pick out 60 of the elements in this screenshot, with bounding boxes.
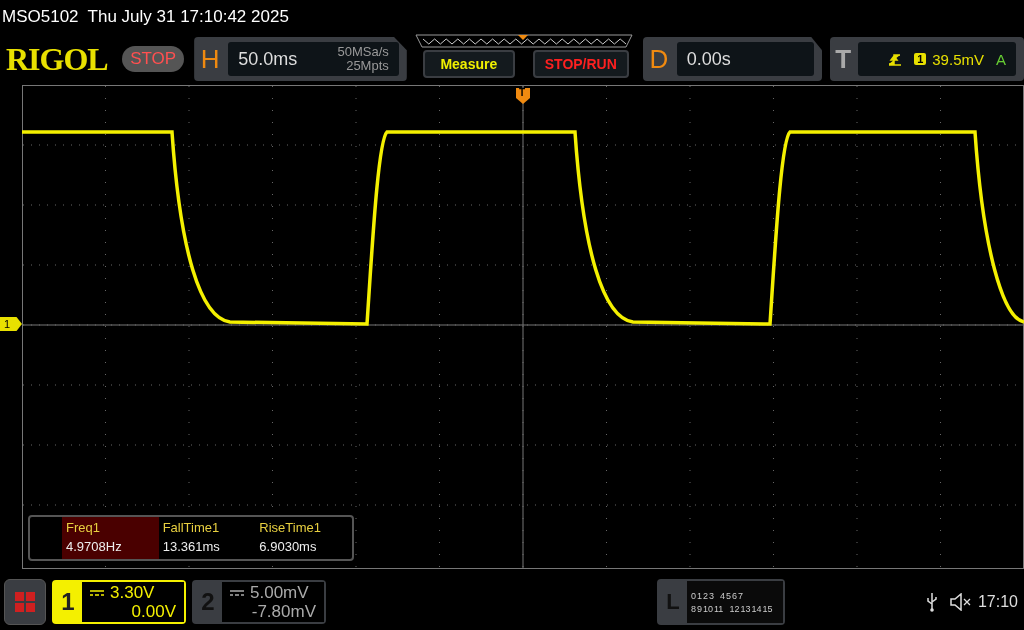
memory-depth: 25Mpts: [346, 59, 389, 73]
measurement-name: RiseTime1: [259, 520, 322, 535]
run-state-indicator: STOP: [122, 46, 185, 72]
stop-run-button[interactable]: STOP/RUN: [532, 50, 629, 78]
measurement-value: 4.9708Hz: [66, 539, 123, 554]
logic-channel-number: 11: [714, 603, 724, 614]
measure-button[interactable]: Measure: [422, 50, 515, 78]
sample-rate: 50MSa/s: [337, 45, 389, 59]
trigger-panel[interactable]: T 1 39.5mV A: [830, 37, 1024, 81]
speaker-muted-icon[interactable]: [949, 593, 972, 611]
menu-grid-icon: [14, 591, 36, 613]
trigger-position-label: T: [519, 87, 526, 98]
logic-channel-number: 13: [740, 603, 751, 614]
timebase-value: 50.0ms: [238, 48, 298, 70]
trigger-mode: A: [996, 50, 1006, 68]
dc-coupling-icon: [230, 589, 244, 596]
delay-label: D: [648, 43, 670, 75]
measurement-item[interactable]: Freq1 4.9708Hz: [62, 517, 159, 559]
trigger-source: 1: [914, 53, 927, 65]
usb-icon: [925, 592, 938, 612]
logic-channel-number: 2: [703, 590, 709, 601]
measurement-item[interactable]: FallTime1 13.361ms: [158, 517, 256, 559]
logic-channel-number: 1: [697, 590, 702, 601]
logic-channel-number: 0: [691, 590, 696, 601]
measurement-name: Freq1: [66, 520, 101, 535]
logic-channel-number: 14: [751, 603, 762, 614]
dc-coupling-icon: [90, 589, 104, 596]
logo: RIGOL: [6, 40, 109, 78]
trigger-level: 39.5mV: [932, 50, 984, 68]
trigger-position-marker: [516, 86, 530, 104]
logic-channel-number: 3: [709, 590, 715, 601]
logic-channel-number: 6: [732, 590, 738, 601]
logic-channel-number: 12: [729, 603, 740, 614]
logic-channel-number: 10: [703, 603, 714, 614]
channel-scale: 5.00mV: [250, 583, 309, 602]
measurement-value: 6.9030ms: [259, 539, 318, 554]
channel-offset: -7.80mV: [250, 602, 316, 621]
channel-number: 1: [60, 588, 76, 616]
date-time: Thu July 31 17:10:42 2025: [87, 7, 289, 27]
logic-channel-number: 4: [720, 590, 726, 601]
measurement-name: FallTime1: [162, 520, 221, 535]
logic-channel-number: 9: [697, 603, 702, 614]
logic-channel-number: 5: [726, 590, 732, 601]
channel-offset: 0.00V: [130, 602, 176, 621]
logic-channel-number: 8: [691, 603, 696, 614]
logic-channel-number: 15: [762, 603, 773, 614]
logic-channel-number: 7: [738, 590, 744, 601]
clock: 17:10: [977, 593, 1018, 611]
model-name: MSO5102: [2, 7, 79, 27]
channel-marker[interactable]: 1: [0, 317, 22, 331]
channel-panel[interactable]: 1 3.30V 0.00V: [52, 580, 186, 624]
horizontal-label: H: [199, 43, 221, 75]
rising-edge-icon: [888, 52, 903, 66]
measurement-item[interactable]: RiseTime1 6.9030ms: [255, 517, 352, 559]
channel-scale: 3.30V: [110, 583, 155, 602]
measurement-value: 13.361ms: [162, 539, 221, 554]
delay-value: 0.00s: [686, 48, 731, 70]
horizontal-panel[interactable]: H 50.0ms 50MSa/s 25Mpts: [194, 37, 407, 81]
trigger-label: T: [834, 43, 852, 75]
delay-panel[interactable]: D 0.00s: [642, 37, 822, 81]
